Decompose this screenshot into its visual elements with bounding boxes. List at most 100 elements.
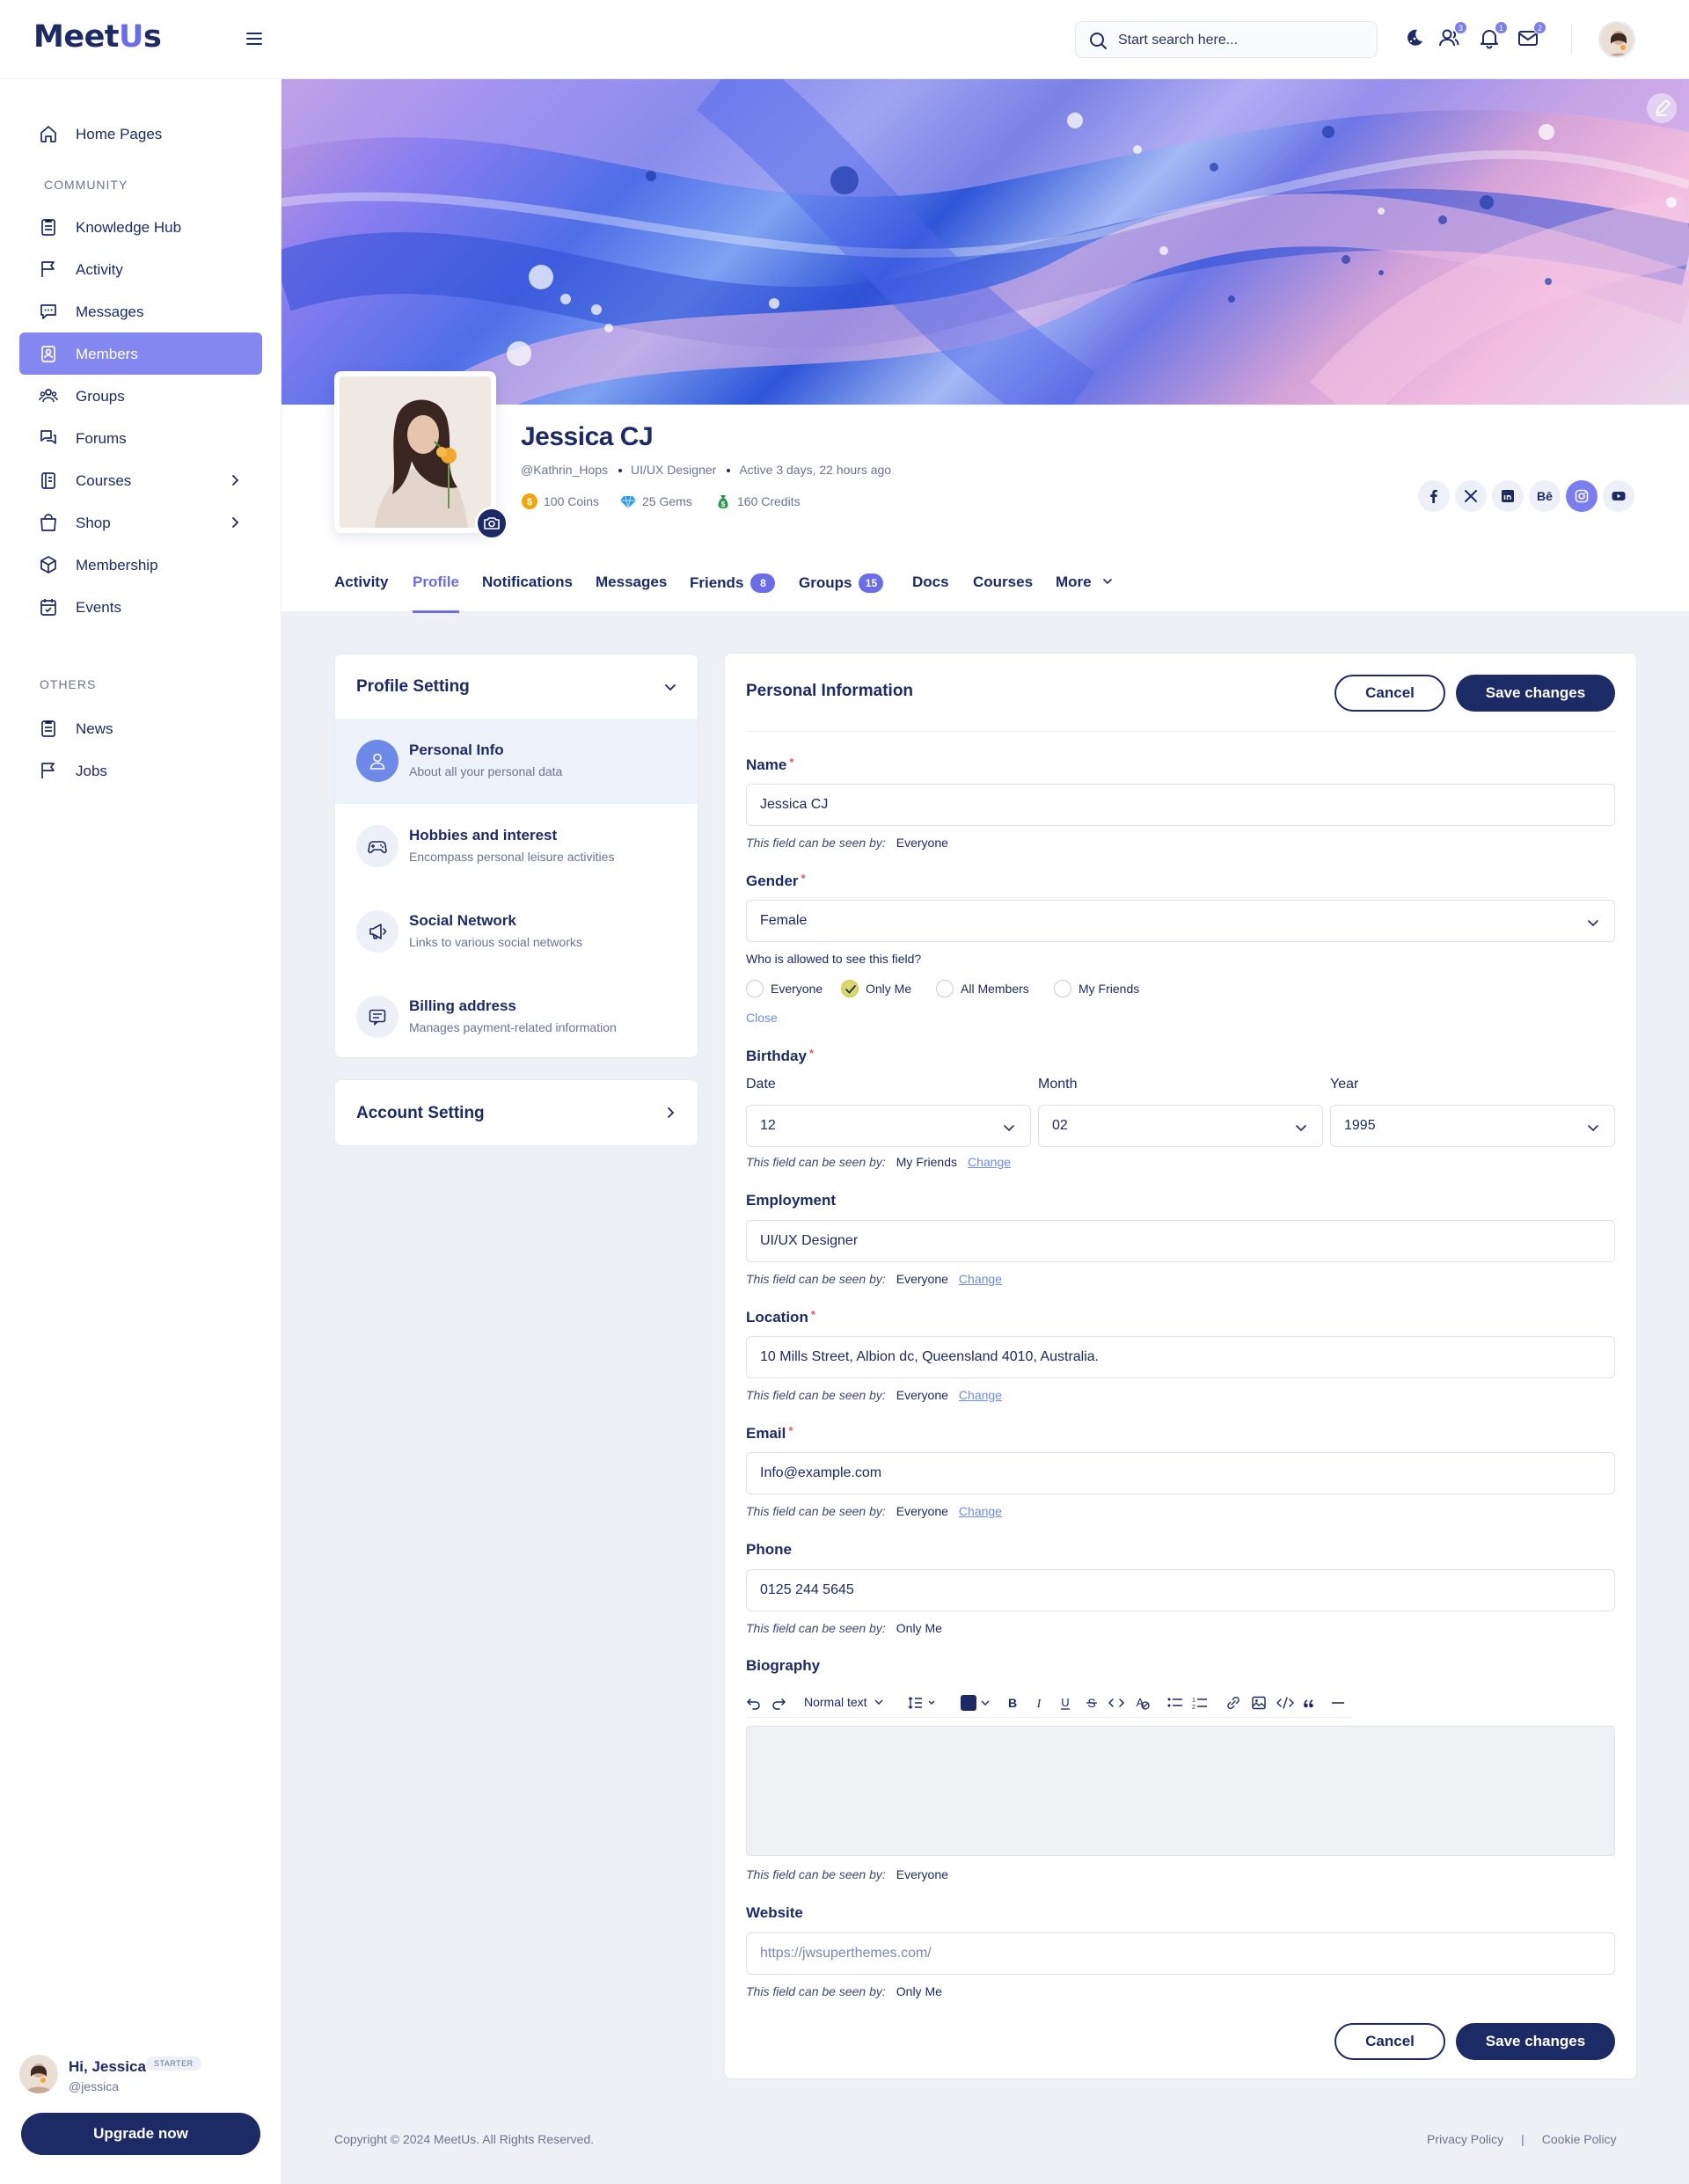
privacy-policy-link[interactable]: Privacy Policy: [1427, 2132, 1503, 2146]
mail-icon[interactable]: 2: [1517, 21, 1546, 53]
menu-icon[interactable]: [245, 29, 264, 48]
setting-item-personal-info[interactable]: Personal Info About all your personal da…: [335, 719, 698, 804]
sidebar-item-messages[interactable]: Messages: [19, 290, 262, 332]
bullet-list-icon[interactable]: [1166, 1695, 1184, 1711]
sidebar-item-label: Membership: [76, 557, 158, 573]
change-visibility-link[interactable]: Change: [959, 1272, 1002, 1286]
tab-groups[interactable]: Groups 15: [799, 573, 884, 593]
line-height-icon[interactable]: [908, 1695, 940, 1711]
search-input[interactable]: Start search here...: [1118, 33, 1238, 48]
facebook-link[interactable]: [1418, 480, 1450, 512]
user-avatar[interactable]: [1598, 21, 1635, 58]
svg-text:U: U: [1061, 1696, 1069, 1709]
location-input[interactable]: 10 Mills Street, Albion dc, Queensland 4…: [746, 1336, 1615, 1378]
cancel-button-bottom[interactable]: Cancel: [1334, 2023, 1445, 2060]
tab-profile[interactable]: Profile: [413, 573, 459, 613]
underline-icon[interactable]: U: [1057, 1695, 1073, 1711]
sidebar-item-courses[interactable]: Courses: [19, 459, 262, 501]
change-avatar-button[interactable]: [475, 507, 508, 540]
change-visibility-link[interactable]: Change: [968, 1155, 1011, 1169]
sidebar-item-knowledge-hub[interactable]: Knowledge Hub: [19, 206, 262, 248]
date-select[interactable]: 12: [746, 1105, 1031, 1147]
gender-select[interactable]: Female: [746, 900, 1615, 942]
user-card[interactable]: Hi, Jessica STARTER @jessica: [19, 2055, 266, 2099]
x-link[interactable]: [1455, 480, 1487, 512]
bold-icon[interactable]: B: [1005, 1695, 1020, 1711]
undo-icon[interactable]: [746, 1695, 762, 1711]
sidebar-item-groups[interactable]: Groups: [19, 375, 262, 417]
tab-courses[interactable]: Courses: [973, 573, 1033, 591]
tab-friends[interactable]: Friends 8: [690, 573, 776, 593]
link-icon[interactable]: [1225, 1695, 1242, 1711]
cookie-policy-link[interactable]: Cookie Policy: [1542, 2132, 1617, 2146]
close-visibility-link[interactable]: Close: [746, 1011, 778, 1025]
behance-link[interactable]: Bē: [1529, 480, 1561, 512]
numbered-list-icon[interactable]: 12: [1191, 1695, 1209, 1711]
setting-item-social-network[interactable]: Social Network Links to various social n…: [335, 889, 698, 975]
tab-more[interactable]: More: [1056, 573, 1115, 591]
sidebar-item-shop[interactable]: Shop: [19, 501, 262, 544]
code-icon[interactable]: [1107, 1695, 1126, 1711]
setting-item-hobbies[interactable]: Hobbies and interest Encompass personal …: [335, 804, 698, 889]
biography-editor[interactable]: [746, 1726, 1615, 1856]
clear-format-icon[interactable]: A: [1133, 1695, 1151, 1711]
name-input[interactable]: Jessica CJ: [746, 784, 1615, 826]
employment-input[interactable]: UI/UX Designer: [746, 1220, 1615, 1262]
phone-input[interactable]: 0125 244 5645: [746, 1569, 1615, 1611]
personal-information-form: Personal Information Cancel Save changes…: [724, 653, 1637, 2079]
user-greeting: Hi, Jessica: [69, 2058, 146, 2075]
sidebar-item-members[interactable]: Members: [19, 332, 262, 375]
text-style-select[interactable]: Normal text: [804, 1695, 884, 1709]
upgrade-button[interactable]: Upgrade now: [21, 2113, 260, 2155]
edit-cover-button[interactable]: [1647, 93, 1677, 123]
change-visibility-link[interactable]: Change: [959, 1388, 1002, 1402]
code-block-icon[interactable]: [1276, 1695, 1295, 1711]
email-input[interactable]: Info@example.com: [746, 1452, 1615, 1494]
text-color-swatch[interactable]: [961, 1695, 976, 1711]
panel-title[interactable]: Profile Setting: [356, 677, 470, 697]
sidebar-item-label: Messages: [76, 303, 144, 320]
horizontal-rule-icon[interactable]: [1330, 1695, 1346, 1711]
svg-text:1: 1: [1192, 1698, 1195, 1704]
cancel-button[interactable]: Cancel: [1334, 675, 1445, 712]
year-select[interactable]: 1995: [1330, 1105, 1615, 1147]
notification-bell-icon[interactable]: 1: [1478, 21, 1508, 53]
tab-activity[interactable]: Activity: [334, 573, 388, 591]
tab-docs[interactable]: Docs: [912, 573, 949, 591]
month-value: 02: [1052, 1118, 1068, 1133]
sidebar-item-news[interactable]: News: [19, 707, 262, 749]
sidebar-item-label: News: [76, 720, 113, 737]
friends-icon[interactable]: 3: [1437, 21, 1467, 53]
chevron-down-icon[interactable]: [980, 1695, 991, 1711]
account-setting-panel[interactable]: Account Setting: [334, 1079, 698, 1146]
month-select[interactable]: 02: [1038, 1105, 1323, 1147]
redo-icon[interactable]: [771, 1695, 786, 1711]
gem-icon: [620, 495, 636, 509]
website-input[interactable]: https://jwsuperthemes.com/: [746, 1932, 1615, 1975]
sidebar-item-forums[interactable]: Forums: [19, 417, 262, 459]
search-box[interactable]: Start search here...: [1075, 21, 1378, 58]
logo[interactable]: MeetUs: [33, 19, 162, 55]
quote-icon[interactable]: [1302, 1695, 1318, 1711]
sidebar-item-membership[interactable]: Membership: [19, 544, 262, 586]
setting-item-subtitle: Links to various social networks: [409, 935, 582, 949]
chevron-down-icon[interactable]: [662, 679, 678, 695]
tab-messages[interactable]: Messages: [596, 573, 667, 591]
tab-notifications[interactable]: Notifications: [482, 573, 573, 591]
sidebar-item-jobs[interactable]: Jobs: [19, 749, 262, 792]
instagram-link[interactable]: [1566, 480, 1598, 512]
sidebar-item-home[interactable]: Home Pages: [19, 113, 262, 155]
strikethrough-icon[interactable]: S: [1084, 1695, 1100, 1711]
save-changes-button-bottom[interactable]: Save changes: [1456, 2023, 1615, 2060]
sidebar-item-activity[interactable]: Activity: [19, 248, 262, 290]
italic-icon[interactable]: I: [1031, 1695, 1047, 1711]
change-visibility-link[interactable]: Change: [959, 1504, 1002, 1518]
linkedin-link[interactable]: [1492, 480, 1524, 512]
youtube-link[interactable]: [1603, 480, 1634, 512]
profile-last-active: Active 3 days, 22 hours ago: [739, 463, 892, 477]
dark-mode-icon[interactable]: [1402, 26, 1429, 53]
setting-item-billing-address[interactable]: Billing address Manages payment-related …: [335, 975, 698, 1057]
save-changes-button[interactable]: Save changes: [1456, 675, 1615, 712]
sidebar-item-events[interactable]: Events: [19, 586, 262, 628]
image-icon[interactable]: [1251, 1695, 1267, 1711]
